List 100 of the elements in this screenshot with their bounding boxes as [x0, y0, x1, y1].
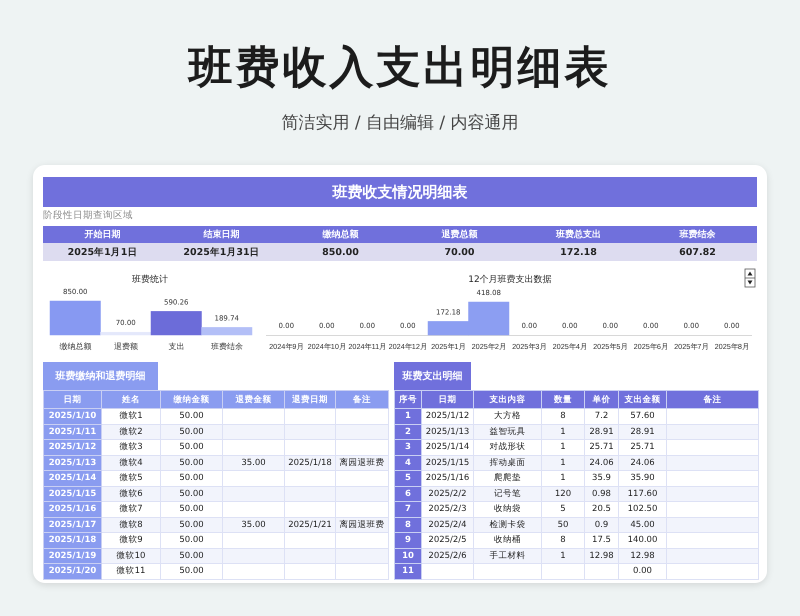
table-cell: 爬爬垫: [474, 470, 542, 486]
table-cell: 微软10: [102, 548, 160, 564]
table-cell: 2025/2/5: [422, 532, 474, 548]
table-cell: 120: [542, 486, 584, 502]
table-cell: 9: [394, 532, 422, 548]
column-header: 日期: [422, 390, 474, 408]
table-cell: 6: [394, 486, 422, 502]
table-cell: 2: [394, 424, 422, 440]
table-cell: 10: [394, 548, 422, 564]
column-header: 备注: [336, 390, 388, 408]
table-cell: 35.9: [584, 470, 618, 486]
table-cell: 1: [542, 455, 584, 470]
column-header: 单价: [584, 390, 618, 408]
table-cell: 45.00: [618, 517, 666, 532]
table-cell: 益智玩具: [474, 424, 542, 440]
table-cell: 50: [542, 517, 584, 532]
table-cell: 11: [394, 564, 422, 579]
summary-value: 2025年1月31日: [162, 243, 281, 261]
table-cell: 1: [542, 470, 584, 486]
table-cell: 2025/1/16: [44, 502, 102, 517]
chart-title: 班费统计: [132, 275, 168, 285]
table-cell: 微软5: [102, 470, 160, 486]
table-cell: 50.00: [160, 564, 222, 579]
table-title: 班费缴纳和退费明细: [43, 362, 158, 390]
table-cell: 0.98: [584, 486, 618, 502]
table-cell: 28.91: [584, 424, 618, 440]
table-cell: 2025/1/16: [422, 470, 474, 486]
table-cell: 2025/1/11: [44, 424, 102, 440]
column-header: 日期: [44, 390, 102, 408]
table-cell: 1: [542, 440, 584, 455]
table-cell: 微软7: [102, 502, 160, 517]
table-cell: 离园退班费: [336, 517, 388, 532]
table-cell: 4: [394, 455, 422, 470]
table-cell: 挥动桌面: [474, 455, 542, 470]
table-cell: 50.00: [160, 548, 222, 564]
table-cell: 24.06: [618, 455, 666, 470]
table-cell: 50.00: [160, 502, 222, 517]
table-cell: 25.71: [584, 440, 618, 455]
table-cell: 50.00: [160, 486, 222, 502]
table-cell: 微软11: [102, 564, 160, 579]
table-cell: 离园退班费: [336, 455, 388, 470]
column-header: 支出内容: [474, 390, 542, 408]
table-cell: 50.00: [160, 517, 222, 532]
table-cell: 对战形状: [474, 440, 542, 455]
column-header: 退费日期: [284, 390, 336, 408]
summary-value: 850.00: [281, 243, 400, 261]
table-cell: 检测卡袋: [474, 517, 542, 532]
table-cell: 微软2: [102, 424, 160, 440]
table-cell: 2025/2/4: [422, 517, 474, 532]
table-cell: 50.00: [160, 424, 222, 440]
table-cell: 大方格: [474, 408, 542, 424]
table-cell: 2025/1/20: [44, 564, 102, 579]
page-title: 班费收入支出明细表: [188, 41, 612, 95]
axis-label: 退费额: [114, 342, 138, 351]
spinner-icon[interactable]: [744, 268, 756, 288]
table-cell: 收纳桶: [474, 532, 542, 548]
table-cell: 2025/1/17: [44, 517, 102, 532]
table-cell: 微软1: [102, 408, 160, 424]
column-header: 退费金额: [222, 390, 284, 408]
table-cell: 2025/1/14: [44, 470, 102, 486]
axis-label: 支出: [168, 342, 184, 351]
table-title: 班费支出明细: [394, 362, 471, 390]
table-cell: 2025/1/12: [422, 408, 474, 424]
table-cell: 2025/1/21: [284, 517, 336, 532]
summary-value: 172.18: [519, 243, 638, 261]
table-cell: 0.00: [618, 564, 666, 579]
table-cell: 8: [542, 532, 584, 548]
sheet-banner: 班费收支情况明细表: [43, 177, 757, 207]
table-cell: 17.5: [584, 532, 618, 548]
table-cell: 3: [394, 440, 422, 455]
summary-label: 缴纳总额: [281, 226, 400, 243]
table-cell: 微软6: [102, 486, 160, 502]
table-cell: 0.9: [584, 517, 618, 532]
summary-label: 结束日期: [162, 226, 281, 243]
table-cell: 2025/1/13: [44, 455, 102, 470]
table-cell: 手工材料: [474, 548, 542, 564]
table-cell: 2025/2/6: [422, 548, 474, 564]
table-cell: 2025/2/2: [422, 486, 474, 502]
table-cell: 35.00: [222, 517, 284, 532]
table-cell: 2025/1/18: [284, 455, 336, 470]
table-cell: 20.5: [584, 502, 618, 517]
axis-label: 缴纳总额: [59, 342, 92, 351]
table-cell: 5: [542, 502, 584, 517]
table-cell: 102.50: [618, 502, 666, 517]
table-cell: 5: [394, 470, 422, 486]
table-cell: 25.71: [618, 440, 666, 455]
table-cell: 24.06: [584, 455, 618, 470]
table-cell: 微软4: [102, 455, 160, 470]
column-header: 姓名: [102, 390, 160, 408]
table-cell: 2025/1/19: [44, 548, 102, 564]
table-cell: 8: [394, 517, 422, 532]
table-cell: 记号笔: [474, 486, 542, 502]
table-cell: 1: [394, 408, 422, 424]
column-header: 数量: [542, 390, 584, 408]
column-header: 序号: [394, 390, 422, 408]
query-caption: 阶段性日期查询区域: [43, 209, 134, 223]
table-cell: 35.90: [618, 470, 666, 486]
table-cell: 57.60: [618, 408, 666, 424]
table-cell: 2025/1/12: [44, 440, 102, 455]
axis-label: 班费结余: [210, 342, 243, 351]
